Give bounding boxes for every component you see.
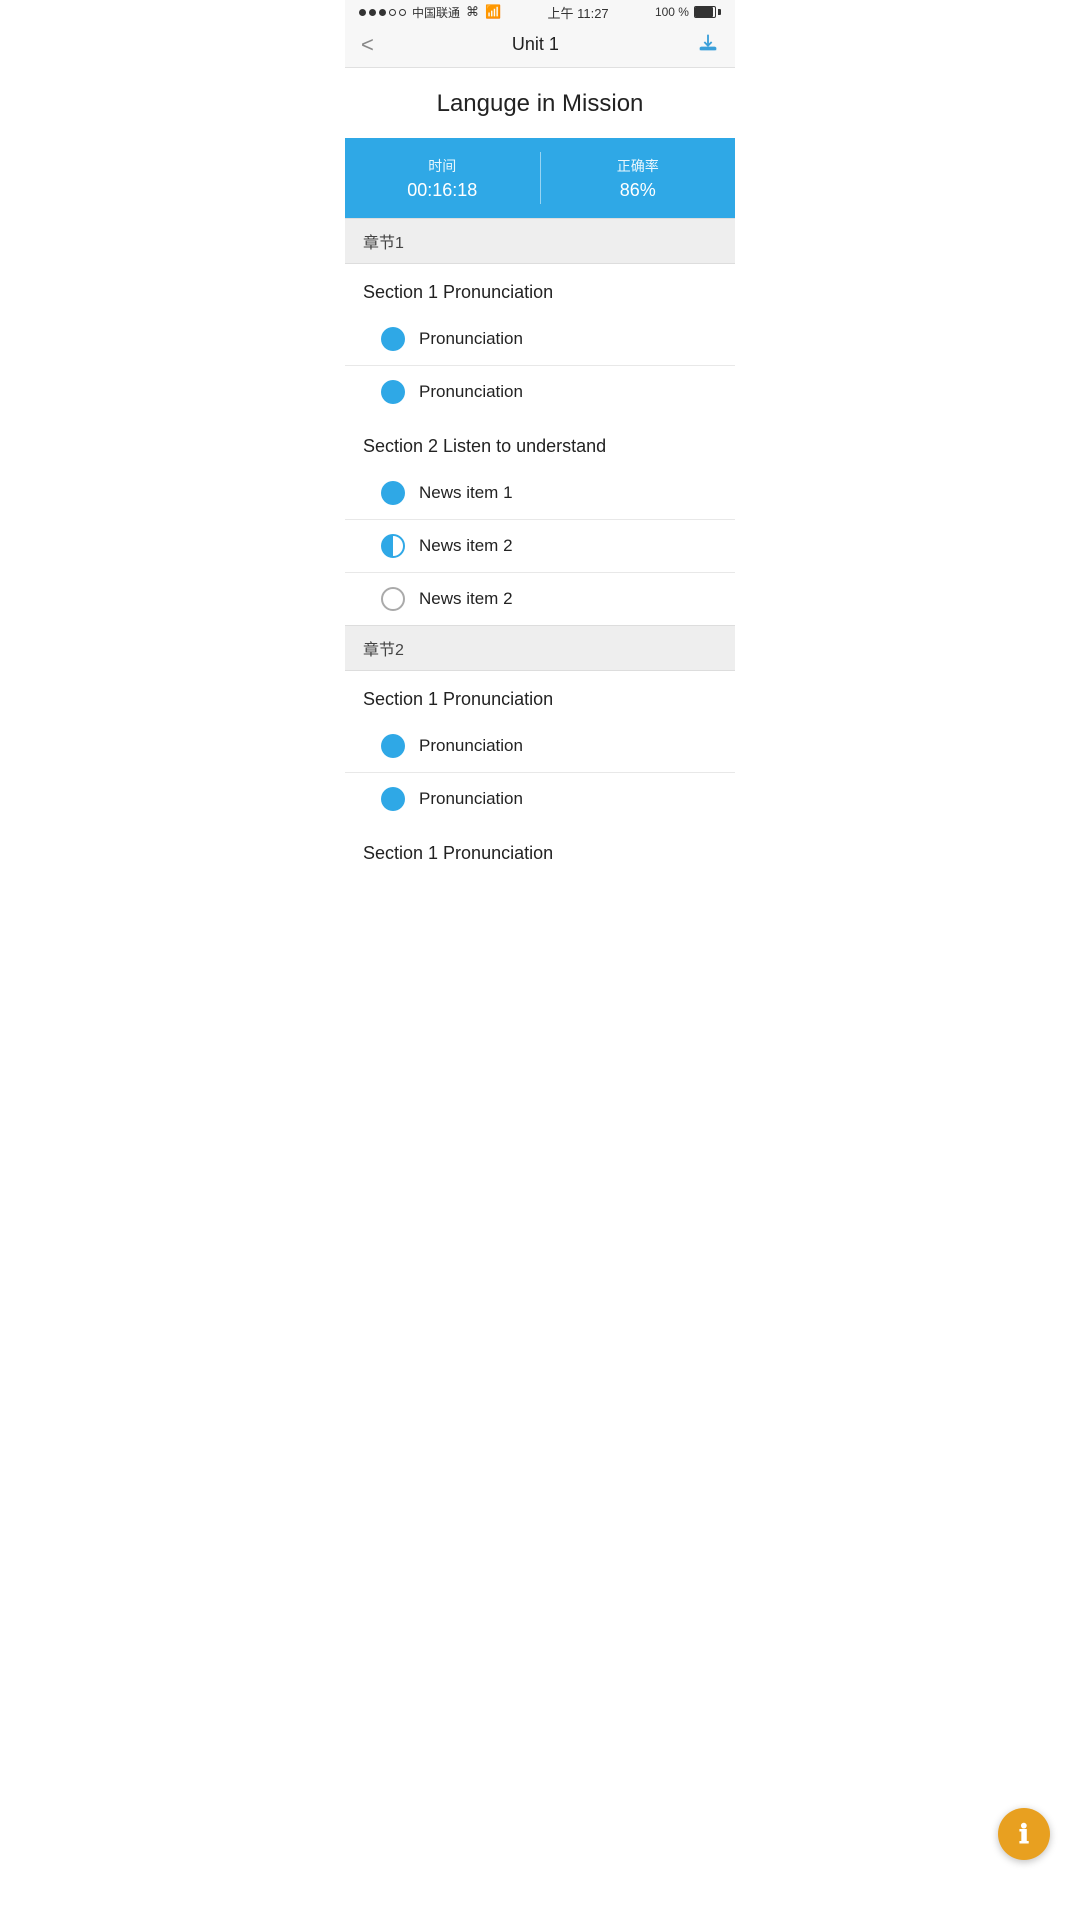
status-left: 中国联通 ⌘︎ 📶 xyxy=(359,4,501,21)
item-label-s2i3: News item 2 xyxy=(419,589,513,609)
signal-dot-4 xyxy=(389,9,396,16)
item-icon-full xyxy=(381,787,405,811)
info-icon: ℹ xyxy=(1019,1819,1029,1850)
signal-dot-3 xyxy=(379,9,386,16)
item-label-s1i1: Pronunciation xyxy=(419,329,523,349)
section-title-2-1: Section 1 Pronunciation xyxy=(345,671,735,720)
chapter-header-2: 章节2 xyxy=(345,625,735,671)
battery-icon xyxy=(694,6,721,18)
list-item-s3i1[interactable]: Pronunciation xyxy=(345,720,735,773)
list-item-s1i2[interactable]: Pronunciation xyxy=(345,366,735,418)
item-label-s3i1: Pronunciation xyxy=(419,736,523,756)
chapter-header-1: 章节1 xyxy=(345,218,735,264)
item-icon-full xyxy=(381,734,405,758)
section-group-1-2: Section 2 Listen to understand News item … xyxy=(345,418,735,625)
signal-dot-1 xyxy=(359,9,366,16)
info-fab-button[interactable]: ℹ xyxy=(998,1808,1050,1860)
download-button[interactable] xyxy=(697,31,719,58)
section-group-1-1: Section 1 Pronunciation Pronunciation Pron… xyxy=(345,264,735,418)
section-title-1-1: Section 1 Pronunciation xyxy=(345,264,735,313)
item-icon-empty xyxy=(381,587,405,611)
section-group-2-2: Section 1 Pronunciation xyxy=(345,825,735,874)
page-title: Languge in Mission xyxy=(355,90,725,118)
carrier-label: 中国联通 xyxy=(412,4,460,21)
item-label-s2i1: News item 1 xyxy=(419,483,513,503)
wifi-icon: ⌘︎ xyxy=(466,4,479,20)
signal-dot-2 xyxy=(369,9,376,16)
page-title-section: Languge in Mission xyxy=(345,68,735,138)
stat-accuracy-block: 正确率 86% xyxy=(541,138,736,218)
list-item-s1i1[interactable]: Pronunciation xyxy=(345,313,735,366)
item-icon-full xyxy=(381,327,405,351)
list-item-s2i3[interactable]: News item 2 xyxy=(345,573,735,625)
back-button[interactable]: < xyxy=(361,34,374,56)
nav-title: Unit 1 xyxy=(512,34,559,55)
wifi-symbol: 📶 xyxy=(485,4,501,20)
stats-banner: 时间 00:16:18 正确率 86% xyxy=(345,138,735,218)
signal-dot-5 xyxy=(399,9,406,16)
item-icon-full xyxy=(381,380,405,404)
list-item-s3i2[interactable]: Pronunciation xyxy=(345,773,735,825)
item-icon-half xyxy=(381,534,405,558)
section-title-1-2: Section 2 Listen to understand xyxy=(345,418,735,467)
list-item-s2i1[interactable]: News item 1 xyxy=(345,467,735,520)
item-label-s2i2: News item 2 xyxy=(419,536,513,556)
item-icon-full xyxy=(381,481,405,505)
list-item-s2i2[interactable]: News item 2 xyxy=(345,520,735,573)
stat-time-block: 时间 00:16:18 xyxy=(345,138,540,218)
signal-dots xyxy=(359,9,406,16)
status-right: 100 % xyxy=(655,5,721,19)
item-label-s1i2: Pronunciation xyxy=(419,382,523,402)
stat-time-label: 时间 xyxy=(428,156,456,176)
content-area: 章节1Section 1 PronunciationPronunciationP… xyxy=(345,218,735,874)
battery-percent: 100 % xyxy=(655,5,689,19)
section-group-2-1: Section 1 Pronunciation Pronunciation Pron… xyxy=(345,671,735,825)
status-bar: 中国联通 ⌘︎ 📶 上午 11:27 100 % xyxy=(345,0,735,22)
nav-bar: < Unit 1 xyxy=(345,22,735,68)
download-icon xyxy=(697,31,719,53)
stat-accuracy-value: 86% xyxy=(620,180,656,201)
status-time: 上午 11:27 xyxy=(547,3,608,22)
item-label-s3i2: Pronunciation xyxy=(419,789,523,809)
stat-accuracy-label: 正确率 xyxy=(617,156,659,176)
section-title-2-2: Section 1 Pronunciation xyxy=(345,825,735,874)
stat-time-value: 00:16:18 xyxy=(407,180,477,201)
